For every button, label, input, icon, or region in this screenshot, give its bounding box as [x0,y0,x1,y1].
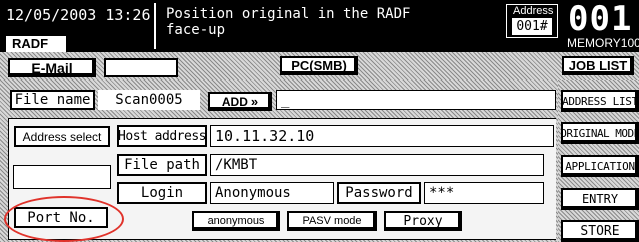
pasv-mode-button[interactable]: PASV mode [287,211,377,231]
status-divider [154,3,156,49]
tab-email[interactable]: E-Mail [8,58,96,77]
tab-pc-smb[interactable]: PC(SMB) [280,56,358,75]
host-address-value: 10.11.32.10 [210,125,554,147]
address-value: 001# [512,18,552,35]
radf-label: RADF [6,36,66,52]
file-name-input[interactable]: _ [276,90,556,110]
proxy-button[interactable]: Proxy [384,211,462,231]
application-button[interactable]: APPLICATION [561,155,639,177]
datetime: 12/05/2003 13:26 [6,6,151,24]
anonymous-button[interactable]: anonymous [192,211,280,231]
tab-ftp[interactable]: FTP [104,58,178,77]
add-button-label: ADD [221,94,248,109]
file-path-value: /KMBT [210,154,544,176]
password-label[interactable]: Password [337,182,421,204]
copy-counter: 001 [568,0,633,39]
enter-address-button[interactable]: Enter address [13,165,111,189]
login-value: Anonymous [210,182,334,204]
address-label: Address [513,5,554,17]
original-mode-button[interactable]: ORIGINAL MODE [561,122,639,144]
store-button[interactable]: STORE [561,220,639,242]
status-message-line2: face-up [166,22,226,38]
address-list-button[interactable]: ADDRESS LIST [561,90,639,112]
status-message-line1: Position original in the RADF [166,6,411,22]
highlight-circle [4,196,124,242]
file-name-label[interactable]: File name [10,90,95,110]
password-value: *** [424,182,544,204]
file-path-label[interactable]: File path [117,154,207,176]
login-label[interactable]: Login [117,182,207,204]
file-name-value: Scan0005 [98,90,200,110]
double-chevron-right-icon: » [250,94,259,109]
entry-button[interactable]: ENTRY [561,188,639,210]
address-select-button[interactable]: Address select [14,126,110,147]
memory-indicator: MEMORY100 [567,36,639,50]
host-address-label[interactable]: Host address [117,125,207,147]
job-list-button[interactable]: JOB LIST [562,56,634,75]
add-button[interactable]: ADD » [208,92,272,111]
